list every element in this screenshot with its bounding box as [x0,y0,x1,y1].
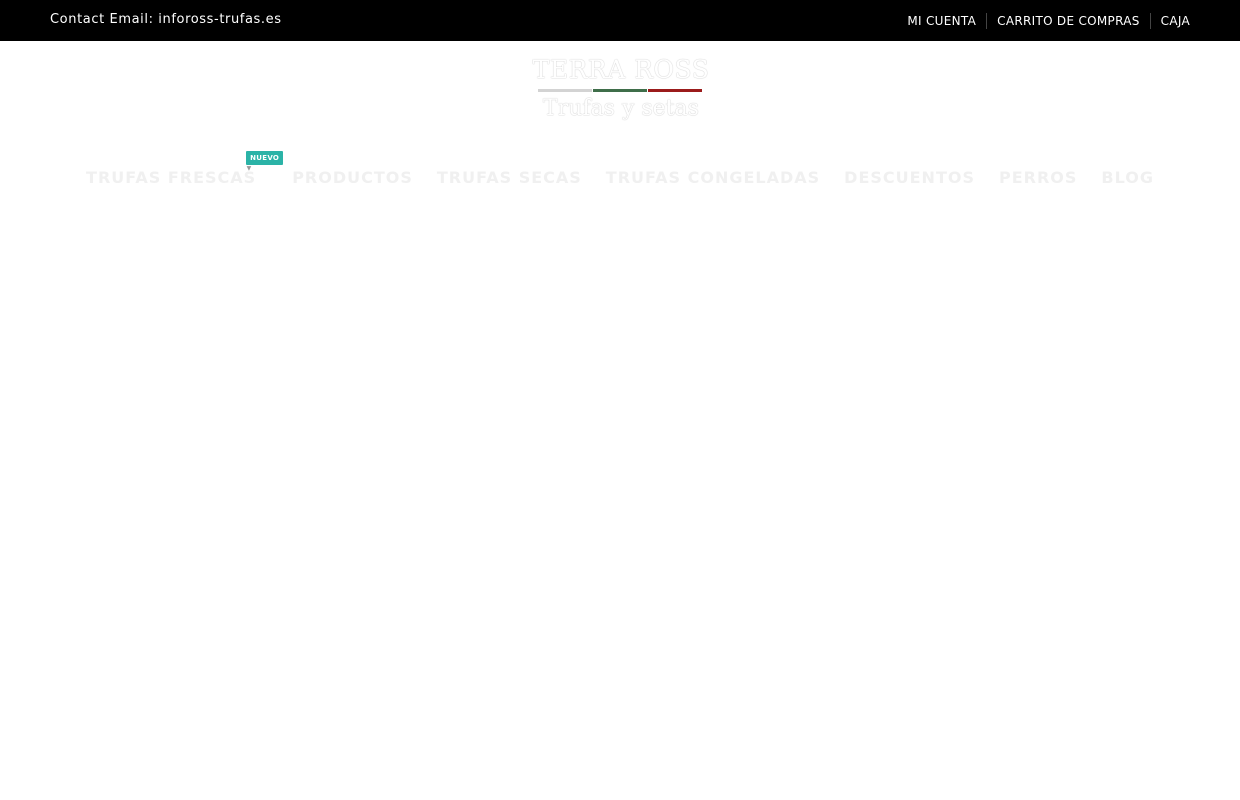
top-links: MI CUENTA CARRITO DE COMPRAS CAJA [897,12,1190,30]
logo-brand-text: TERRA ROSS [532,55,710,84]
nav-item-dogs[interactable]: PERROS [999,165,1077,191]
nav-item-frozen-truffles[interactable]: TRUFAS CONGELADAS [606,165,820,191]
contact-email: Contact Email: infoross-trufas.es [50,12,282,27]
nav-item-dried-truffles[interactable]: TRUFAS SECAS [437,165,582,191]
logo-flag-stripe [538,89,702,92]
flag-stripe-grey [538,89,592,92]
flag-stripe-green [593,89,647,92]
nav-item-fresh-truffles[interactable]: TRUFAS FRESCAS NUEVO ▼ [86,151,284,191]
shopping-cart-link[interactable]: CARRITO DE COMPRAS [987,12,1150,30]
nav-item-discounts[interactable]: DESCUENTOS [844,165,975,191]
my-account-link[interactable]: MI CUENTA [897,12,986,30]
site-logo[interactable]: TERRA ROSS Trufas y setas [527,56,715,126]
nav-item-products[interactable]: PRODUCTOS [292,165,413,191]
nav-item-label: TRUFAS FRESCAS [86,168,257,187]
chevron-down-icon: ▼ [246,165,253,172]
top-bar: Contact Email: infoross-trufas.es MI CUE… [0,0,1240,41]
main-navigation: TRUFAS FRESCAS NUEVO ▼ PRODUCTOS TRUFAS … [0,151,1240,191]
nav-item-blog[interactable]: BLOG [1101,165,1154,191]
logo-tagline: Trufas y setas [543,96,699,121]
checkout-link[interactable]: CAJA [1151,12,1190,30]
flag-stripe-red [648,89,702,92]
new-badge: NUEVO [246,151,284,165]
